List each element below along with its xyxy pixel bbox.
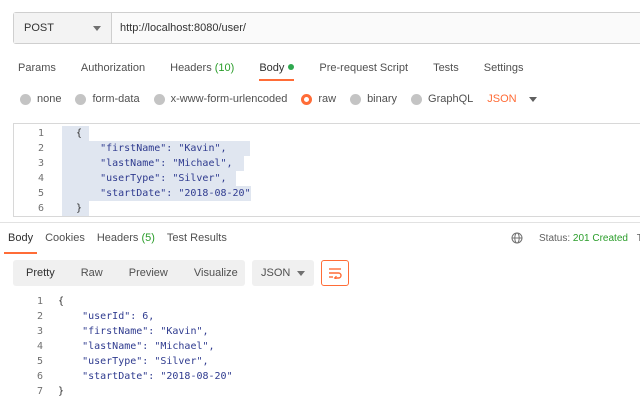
code-line: "lastName": "Michael", bbox=[58, 341, 215, 352]
tab-body[interactable]: Body bbox=[259, 61, 295, 81]
tab-label: Body bbox=[259, 62, 285, 74]
chevron-down-icon bbox=[93, 25, 101, 31]
pane-divider[interactable] bbox=[0, 222, 640, 223]
code-line: "userType": "Silver", bbox=[76, 173, 227, 184]
radio-binary[interactable]: binary bbox=[350, 93, 397, 105]
response-format-label: JSON bbox=[261, 267, 291, 279]
tab-label: Pre-request Script bbox=[319, 62, 409, 74]
code-line: { bbox=[76, 128, 83, 139]
request-body-editor[interactable]: 1 2 3 4 5 6 { "firstName": "Kavin", "las… bbox=[13, 123, 640, 217]
code-line: } bbox=[76, 203, 83, 214]
radio-selected-icon bbox=[301, 93, 313, 105]
radio-urlencoded[interactable]: x-www-form-urlencoded bbox=[153, 93, 288, 105]
line-number: 4 bbox=[36, 341, 43, 352]
code-line: { bbox=[58, 296, 65, 307]
code-line: "lastName": "Michael", bbox=[76, 158, 233, 169]
code-line: "firstName": "Kavin", bbox=[58, 326, 209, 337]
radio-label: x-www-form-urlencoded bbox=[170, 93, 288, 105]
line-number: 5 bbox=[37, 188, 44, 199]
response-status: Status: 201 Created T bbox=[539, 233, 640, 244]
line-number: 1 bbox=[36, 296, 43, 307]
code-line: } bbox=[58, 386, 65, 397]
radio-label: none bbox=[37, 93, 62, 105]
tab-label: Authorization bbox=[80, 62, 146, 74]
line-number: 6 bbox=[36, 371, 43, 382]
wrap-lines-button[interactable] bbox=[321, 260, 349, 286]
method-label: POST bbox=[24, 22, 54, 34]
line-number: 4 bbox=[37, 173, 44, 184]
radio-form-data[interactable]: form-data bbox=[75, 93, 140, 105]
tab-pre-request-script[interactable]: Pre-request Script bbox=[319, 61, 408, 77]
line-number: 2 bbox=[37, 143, 44, 154]
headers-count-badge: (10) bbox=[214, 62, 235, 74]
tab-params[interactable]: Params bbox=[18, 61, 56, 77]
tab-label: Test Results bbox=[166, 232, 227, 244]
tab-tests[interactable]: Tests bbox=[433, 61, 459, 77]
radio-label: GraphQL bbox=[428, 93, 474, 105]
tab-label: Tests bbox=[433, 62, 459, 74]
line-number: 1 bbox=[37, 128, 44, 139]
request-bar: POST http://localhost:8080/user/ bbox=[13, 12, 640, 44]
radio-circle-icon bbox=[75, 93, 87, 105]
radio-graphql[interactable]: GraphQL bbox=[411, 93, 473, 105]
request-tabs: Params Authorization Headers (10) Body P… bbox=[18, 61, 549, 81]
code-line: "userId": 6, bbox=[58, 311, 155, 322]
status-badge: 201 Created bbox=[572, 233, 628, 244]
radio-label: binary bbox=[367, 93, 398, 105]
body-format-label: JSON bbox=[487, 93, 517, 105]
code-line: "userType": "Silver", bbox=[58, 356, 209, 367]
radio-label: form-data bbox=[92, 93, 140, 105]
tab-authorization[interactable]: Authorization bbox=[81, 61, 145, 77]
tab-label: Headers bbox=[96, 232, 139, 244]
line-number: 3 bbox=[37, 158, 44, 169]
tab-label: Settings bbox=[483, 62, 524, 74]
visualize-button[interactable]: Visualize bbox=[181, 260, 251, 286]
method-select[interactable]: POST bbox=[14, 13, 112, 43]
url-input[interactable]: http://localhost:8080/user/ bbox=[112, 13, 640, 43]
tab-headers[interactable]: Headers (10) bbox=[170, 61, 234, 77]
line-number: 3 bbox=[36, 326, 43, 337]
wrap-lines-icon bbox=[329, 268, 342, 279]
response-tab-body[interactable]: Body bbox=[3, 232, 38, 254]
response-tab-headers[interactable]: Headers (5) bbox=[97, 232, 155, 248]
tab-label: Body bbox=[8, 232, 34, 244]
code-line: "startDate": "2018-08-20" bbox=[76, 188, 251, 199]
response-tabs: Body Cookies Headers (5) Test Results bbox=[3, 232, 239, 254]
response-tab-cookies[interactable]: Cookies bbox=[45, 232, 85, 248]
tab-label: Headers bbox=[170, 62, 212, 74]
status-label: Status: bbox=[539, 233, 571, 244]
code-line: "startDate": "2018-08-20" bbox=[58, 371, 233, 382]
response-body-viewer[interactable]: 1 2 3 4 5 6 7 { "userId": 6, "firstName"… bbox=[13, 292, 640, 412]
tab-settings[interactable]: Settings bbox=[484, 61, 524, 77]
radio-none[interactable]: none bbox=[20, 93, 61, 105]
radio-raw[interactable]: raw bbox=[301, 93, 336, 105]
globe-icon[interactable] bbox=[511, 232, 523, 244]
radio-circle-icon bbox=[350, 93, 362, 105]
chevron-down-icon bbox=[297, 270, 305, 276]
response-view-toolbar: Pretty Raw Preview Visualize bbox=[13, 260, 245, 286]
line-number: 5 bbox=[36, 356, 43, 367]
pretty-button[interactable]: Pretty bbox=[13, 260, 68, 286]
body-format-select[interactable]: JSON bbox=[487, 93, 537, 105]
line-number: 7 bbox=[36, 386, 43, 397]
headers-count-badge: (5) bbox=[141, 232, 155, 244]
line-number: 2 bbox=[36, 311, 43, 322]
body-type-radios: none form-data x-www-form-urlencoded raw… bbox=[20, 93, 537, 105]
tab-label: Cookies bbox=[45, 232, 85, 244]
radio-circle-icon bbox=[411, 93, 423, 105]
raw-button[interactable]: Raw bbox=[68, 260, 116, 286]
response-tab-test-results[interactable]: Test Results bbox=[167, 232, 227, 248]
tab-label: Params bbox=[18, 62, 56, 74]
radio-circle-icon bbox=[153, 93, 165, 105]
radio-label: raw bbox=[318, 93, 337, 105]
code-line: "firstName": "Kavin", bbox=[76, 143, 227, 154]
response-format-select[interactable]: JSON bbox=[252, 260, 314, 286]
chevron-down-icon bbox=[528, 96, 537, 102]
radio-circle-icon bbox=[20, 93, 31, 105]
preview-button[interactable]: Preview bbox=[116, 260, 181, 286]
line-number: 6 bbox=[37, 203, 44, 214]
modified-dot-icon bbox=[288, 64, 295, 70]
